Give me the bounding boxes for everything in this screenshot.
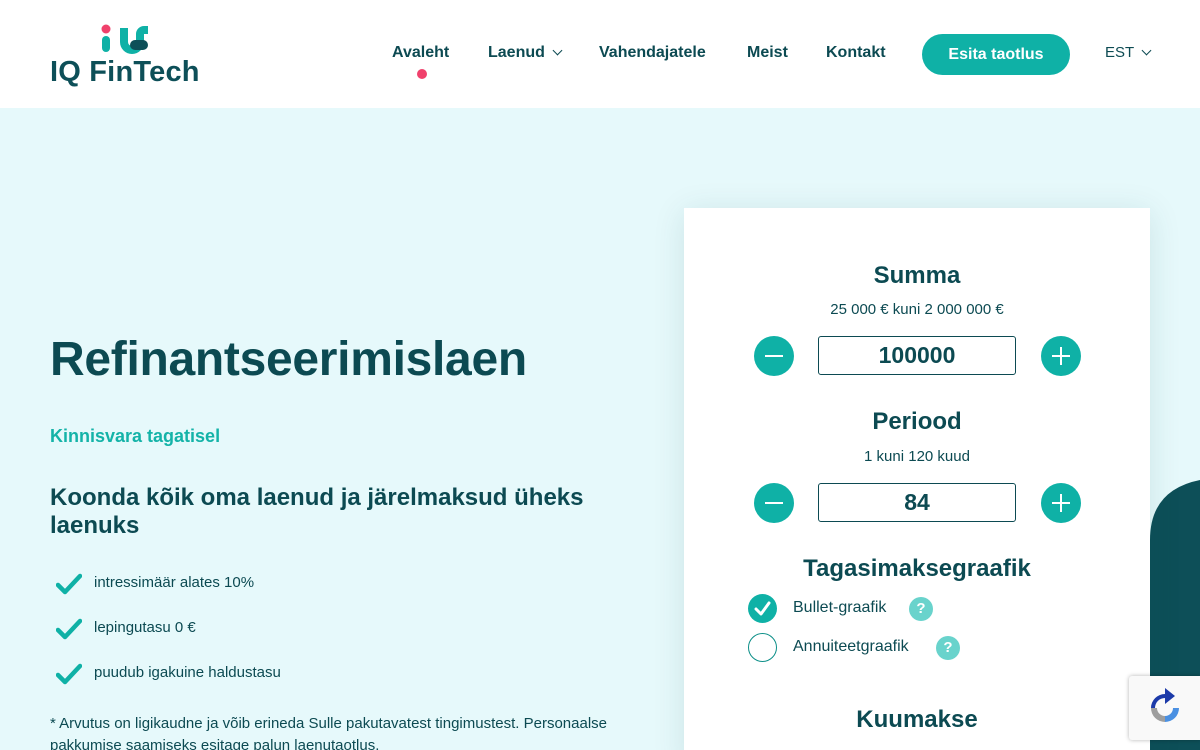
check-icon [56, 573, 82, 595]
disclaimer-note: * Arvutus on ligikaudne ja võib erineda … [50, 715, 607, 750]
nav-active-indicator [417, 69, 427, 79]
language-label: EST [1105, 44, 1135, 61]
chevron-down-icon [1141, 45, 1152, 56]
recaptcha-icon [1151, 688, 1179, 722]
language-selector[interactable]: EST [1105, 44, 1152, 61]
period-decrease-button[interactable] [754, 483, 794, 523]
nav-item-vahendajatele[interactable]: Vahendajatele [599, 44, 706, 62]
feature-text: lepingutasu 0 € [94, 619, 196, 636]
amount-decrease-button[interactable] [754, 336, 794, 376]
nav-item-kontakt[interactable]: Kontakt [826, 44, 886, 62]
amount-input[interactable] [818, 336, 1016, 375]
brand-logo[interactable]: IQ FinTech [50, 24, 200, 88]
check-icon [56, 618, 82, 640]
radio-checked[interactable] [748, 594, 777, 623]
nav-item-label: Laenud [488, 44, 545, 61]
logo-mark-icon [101, 24, 148, 54]
nav-item-laenud[interactable]: Laenud [488, 44, 563, 62]
page-subtitle: Kinnisvara tagatisel [50, 426, 221, 446]
recaptcha-badge[interactable] [1129, 676, 1200, 740]
monthly-payment-title: Kuumakse [856, 706, 978, 733]
chevron-down-icon [552, 45, 563, 56]
question-icon[interactable]: ? [909, 597, 933, 621]
option-label: Annuiteetgraafik [793, 638, 909, 655]
amount-range: 25 000 € kuni 2 000 000 € [830, 301, 1004, 318]
nav-item-meist[interactable]: Meist [747, 44, 788, 62]
apply-button[interactable]: Esita taotlus [922, 34, 1070, 75]
radio-unchecked[interactable] [748, 633, 777, 662]
period-range: 1 kuni 120 kuud [864, 448, 970, 465]
feature-text: puudub igakuine haldustasu [94, 664, 281, 681]
feature-text: intressimäär alates 10% [94, 574, 255, 591]
amount-increase-button[interactable] [1041, 336, 1081, 376]
option-label: Bullet-graafik [793, 599, 887, 616]
schedule-title: Tagasimaksegraafik [803, 555, 1031, 582]
brand-name: IQ FinTech [50, 56, 200, 88]
period-title: Periood [872, 408, 962, 435]
question-icon[interactable]: ? [936, 636, 960, 660]
amount-title: Summa [873, 262, 961, 289]
nav-item-avaleht[interactable]: Avaleht [392, 44, 449, 62]
period-increase-button[interactable] [1041, 483, 1081, 523]
hero-heading: Koonda kõik oma laenud ja järelmaksud üh… [50, 484, 584, 539]
check-icon [754, 601, 771, 616]
check-icon [56, 663, 82, 685]
site-header: IQ FinTech Avaleht Laenud Vahendajatele … [0, 0, 1200, 108]
period-input[interactable] [818, 483, 1016, 522]
page-title: Refinantseerimislaen [50, 333, 527, 386]
loan-calculator: Summa 25 000 € kuni 2 000 000 € Periood … [684, 208, 1150, 750]
